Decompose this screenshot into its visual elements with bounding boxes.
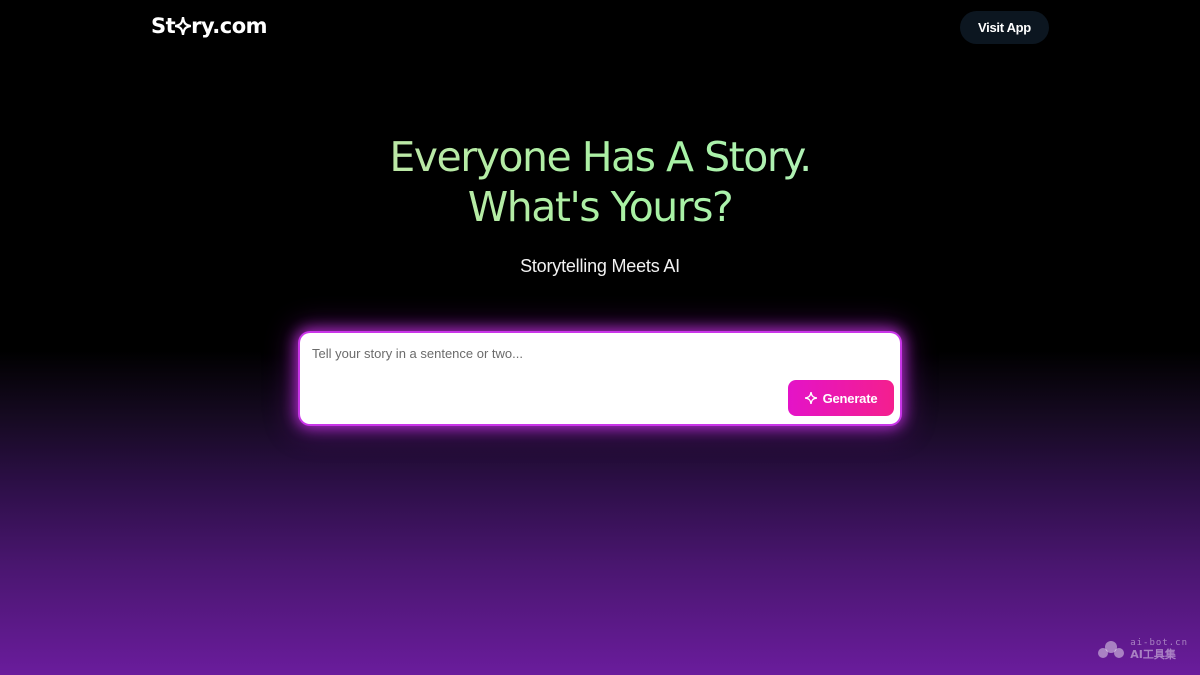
hero-section: Everyone Has A Story. What's Yours? Stor… — [0, 132, 1200, 277]
watermark-text: ai-bot.cn AI工具集 — [1130, 637, 1188, 661]
visit-app-button[interactable]: Visit App — [960, 11, 1049, 44]
watermark: ai-bot.cn AI工具集 — [1096, 637, 1188, 661]
top-nav: St ry.com Visit App — [0, 0, 1200, 56]
logo-text-prefix: St — [151, 14, 176, 38]
cloud-logo-icon — [1098, 641, 1125, 658]
generate-button[interactable]: Generate — [788, 380, 894, 416]
logo-text-suffix: ry.com — [191, 14, 268, 38]
hero-tagline: Storytelling Meets AI — [520, 256, 680, 276]
generate-button-label: Generate — [822, 390, 878, 406]
watermark-brand: AI工具集 — [1130, 648, 1176, 661]
story-prompt-box: Generate — [300, 333, 900, 424]
hero-headline: Everyone Has A Story. What's Yours? — [0, 132, 1200, 232]
headline-line-1: Everyone Has A Story. — [389, 133, 811, 181]
logo-sparkle-icon — [175, 17, 192, 35]
story-prompt-input[interactable] — [312, 343, 782, 363]
site-logo[interactable]: St ry.com — [151, 14, 268, 38]
sparkle-icon — [804, 392, 817, 404]
headline-line-2: What's Yours? — [467, 183, 733, 231]
